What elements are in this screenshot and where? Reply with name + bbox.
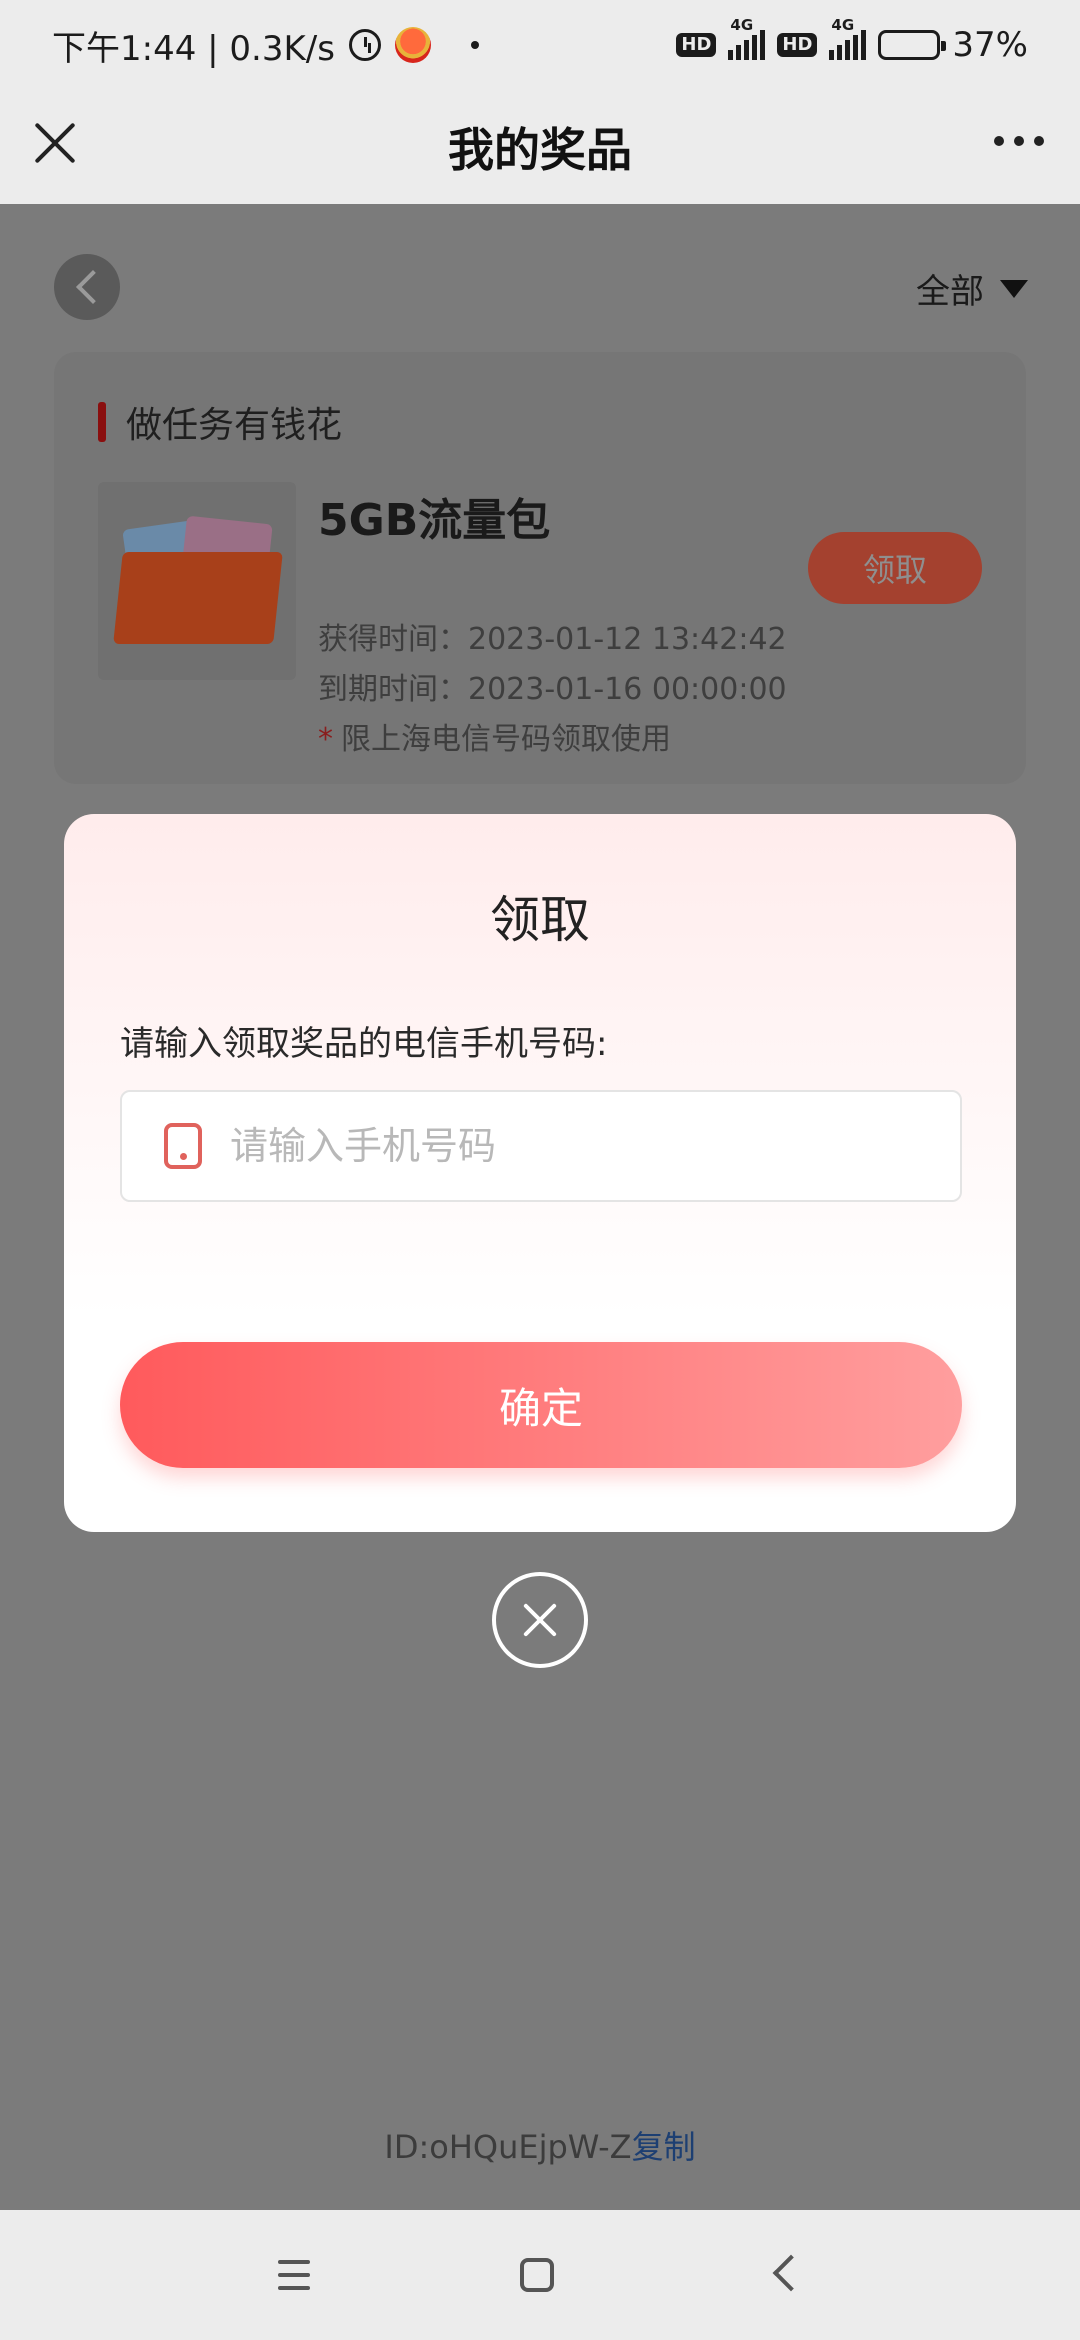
copy-link[interactable]: 复制 — [632, 2128, 696, 2166]
section-header: 做任务有钱花 — [98, 396, 342, 448]
obtain-time: 获得时间：2023-01-12 13:42:42 — [318, 622, 787, 657]
back-icon[interactable] — [54, 254, 120, 320]
filter-dropdown[interactable]: 全部 — [916, 264, 1028, 313]
page-title: 我的奖品 — [448, 123, 632, 177]
usage-note-text: 限上海电信号码领取使用 — [341, 722, 671, 757]
phone-icon — [164, 1123, 202, 1169]
menu-icon[interactable] — [278, 2260, 310, 2290]
phone-field[interactable] — [120, 1090, 962, 1202]
back-icon[interactable] — [772, 2254, 810, 2292]
filter-label: 全部 — [916, 272, 984, 312]
section-title: 做任务有钱花 — [126, 405, 343, 446]
close-circle-icon[interactable] — [492, 1572, 588, 1668]
home-icon[interactable] — [520, 2258, 554, 2292]
alarm-icon — [348, 29, 381, 61]
dropdown-triangle-icon — [1000, 279, 1028, 298]
status-right: HD 4G HD 4G 37% — [676, 16, 1028, 65]
network-type-label: 4G — [730, 16, 754, 34]
confirm-button[interactable]: 确定 — [120, 1342, 962, 1468]
modal-title: 领取 — [490, 891, 590, 949]
phone-field-label: 请输入领取奖品的电信手机号码: — [120, 1024, 608, 1064]
signal-icon: 4G — [728, 16, 766, 60]
signal-icon: 4G — [829, 16, 867, 60]
hd-badge: HD — [777, 33, 818, 57]
status-left: 下午1:44 | 0.3K/s — [52, 21, 479, 70]
app-logo-icon — [394, 27, 431, 63]
system-nav-bar — [0, 2210, 1080, 2340]
user-id: ID:oHQuEjpW-Z复制 — [0, 2122, 1080, 2168]
section-marker — [98, 402, 106, 442]
notification-dot-icon — [470, 41, 479, 49]
prize-name: 5GB流量包 — [318, 495, 551, 546]
required-star: * — [318, 722, 333, 757]
usage-note: * 限上海电信号码领取使用 — [318, 714, 671, 758]
prize-image — [98, 482, 296, 680]
expire-time: 到期时间：2023-01-16 00:00:00 — [318, 672, 787, 707]
network-type-label: 4G — [831, 16, 855, 34]
close-icon[interactable] — [32, 120, 78, 166]
user-id-text: ID:oHQuEjpW-Z — [384, 2128, 632, 2166]
screen: 下午1:44 | 0.3K/s HD 4G HD 4G 37% 我的奖品 全部 … — [0, 0, 1080, 2340]
status-time-speed: 下午1:44 | 0.3K/s — [52, 28, 335, 69]
battery-percent: 37% — [952, 25, 1028, 65]
claim-button[interactable]: 领取 — [808, 532, 982, 604]
status-bar: 下午1:44 | 0.3K/s HD 4G HD 4G 37% — [0, 0, 1080, 90]
title-bar: 我的奖品 — [0, 90, 1080, 204]
phone-input[interactable] — [230, 1124, 930, 1168]
more-icon[interactable] — [994, 136, 1044, 146]
prize-card: 做任务有钱花 5GB流量包 领取 获得时间：2023-01-12 13:42:4… — [54, 352, 1026, 784]
hd-badge: HD — [676, 33, 717, 57]
battery-icon — [878, 30, 947, 60]
claim-modal: 领取 请输入领取奖品的电信手机号码: 确定 — [64, 814, 1016, 1532]
